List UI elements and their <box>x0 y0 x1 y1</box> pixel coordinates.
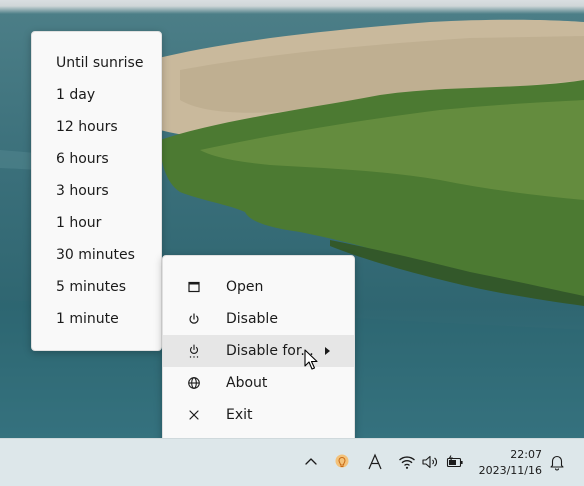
menu-item-exit-label: Exit <box>226 407 253 423</box>
menu-item-disable[interactable]: Disable <box>163 303 354 335</box>
wifi-icon[interactable] <box>398 453 416 471</box>
menu-item-about[interactable]: About <box>163 367 354 399</box>
notification-bell-icon[interactable] <box>548 453 566 471</box>
submenu-item-1-minute[interactable]: 1 minute <box>32 303 161 335</box>
clock-time: 22:07 <box>510 448 542 461</box>
submenu-item-3-hours[interactable]: 3 hours <box>32 175 161 207</box>
globe-icon <box>188 377 200 389</box>
menu-item-open-label: Open <box>226 279 264 295</box>
submenu-item-12-hours[interactable]: 12 hours <box>32 111 161 143</box>
menu-item-disable-for[interactable]: Disable for... <box>163 335 354 367</box>
menu-item-disable-label: Disable <box>226 311 278 327</box>
submenu-item-5-minutes[interactable]: 5 minutes <box>32 271 161 303</box>
menu-item-open[interactable]: Open <box>163 271 354 303</box>
submenu-item-6-hours[interactable]: 6 hours <box>32 143 161 175</box>
menu-item-exit[interactable]: Exit <box>163 399 354 431</box>
disable-duration-submenu: Until sunrise 1 day 12 hours 6 hours 3 h… <box>31 31 162 351</box>
clock-date: 2023/11/16 <box>478 464 542 477</box>
menu-item-about-label: About <box>226 375 268 391</box>
taskbar: 22:07 2023/11/16 <box>0 438 584 486</box>
power-timer-icon <box>189 344 199 358</box>
submenu-arrow-icon <box>325 347 330 355</box>
chevron-up-icon[interactable] <box>302 453 320 471</box>
submenu-item-1-hour[interactable]: 1 hour <box>32 207 161 239</box>
lightbulb-icon[interactable] <box>333 453 351 471</box>
speaker-icon[interactable] <box>421 453 439 471</box>
submenu-item-1-day[interactable]: 1 day <box>32 79 161 111</box>
window-icon <box>188 281 200 293</box>
mouse-pointer-icon <box>304 349 318 370</box>
input-method-icon[interactable] <box>366 453 384 471</box>
menu-item-disable-for-label: Disable for... <box>226 343 314 359</box>
submenu-item-until-sunrise[interactable]: Until sunrise <box>32 47 161 79</box>
tray-context-menu: Open Disable Disable for... About Exit <box>162 255 355 447</box>
system-clock[interactable]: 22:07 2023/11/16 <box>472 447 542 479</box>
submenu-item-30-minutes[interactable]: 30 minutes <box>32 239 161 271</box>
close-icon <box>189 410 199 420</box>
power-icon <box>189 313 199 324</box>
battery-icon[interactable] <box>446 453 464 471</box>
